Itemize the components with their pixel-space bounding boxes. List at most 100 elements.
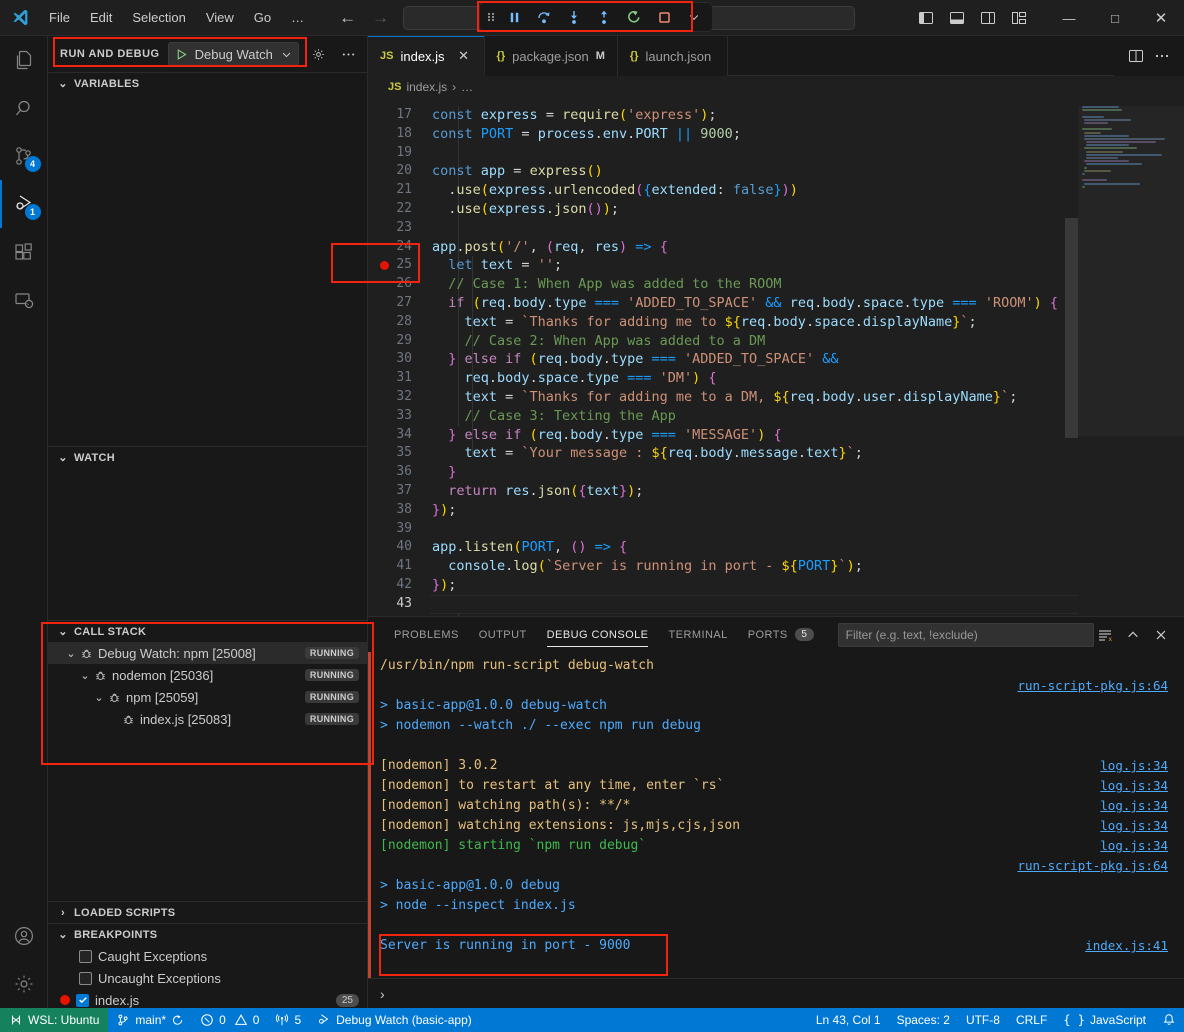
line-number[interactable]: 37 (368, 482, 430, 501)
breadcrumb-rest[interactable]: … (461, 80, 473, 94)
menu-file[interactable]: File (40, 6, 79, 29)
code-line[interactable]: req.body.space.type === 'DM') { (430, 369, 1078, 388)
code-line[interactable]: if (req.body.type === 'ADDED_TO_SPACE' &… (430, 294, 1078, 313)
code-line[interactable] (430, 144, 1078, 163)
call-stack-row[interactable]: ⌄ Debug Watch: npm [25008] RUNNING (48, 642, 367, 664)
line-number[interactable]: 21 (368, 181, 430, 200)
status-problems[interactable]: 0 0 (192, 1008, 267, 1032)
console-source-link[interactable]: log.js:34 (1100, 816, 1168, 836)
customize-layout-icon[interactable] (1006, 5, 1032, 31)
menu-more[interactable]: … (282, 6, 313, 29)
code-line[interactable]: const app = express() (430, 162, 1078, 181)
code-line[interactable]: let text = ''; (430, 256, 1078, 275)
line-number-gutter[interactable]: 1718192021222324252627282930313233343536… (368, 98, 430, 616)
toggle-primary-sidebar-icon[interactable] (913, 5, 939, 31)
line-number[interactable]: 43 (368, 595, 430, 614)
tab-debug-console[interactable]: DEBUG CONSOLE (537, 617, 659, 652)
sidebar-item-run-and-debug[interactable]: 1 (0, 180, 48, 228)
console-source-link[interactable]: run-script-pkg.js:64 (1017, 856, 1168, 876)
code-line[interactable]: const express = require('express'); (430, 106, 1078, 125)
breakpoint-row[interactable]: Uncaught Exceptions (48, 967, 367, 989)
code-line[interactable]: text = `Your message : ${req.body.messag… (430, 444, 1078, 463)
console-source-link[interactable]: log.js:34 (1100, 756, 1168, 776)
code-line[interactable]: // Case 3: Texting the App (430, 407, 1078, 426)
pause-button[interactable] (500, 5, 528, 29)
launch-configuration-selector[interactable]: Debug Watch (168, 42, 299, 66)
status-remote-host[interactable]: WSL: Ubuntu (0, 1008, 108, 1032)
menu-edit[interactable]: Edit (81, 6, 121, 29)
line-number[interactable]: 42 (368, 576, 430, 595)
status-encoding[interactable]: UTF-8 (958, 1008, 1008, 1032)
clear-console-button[interactable]: x (1094, 624, 1116, 646)
call-stack-row[interactable]: ⌄ nodemon [25036] RUNNING (48, 664, 367, 686)
code-line[interactable] (430, 219, 1078, 238)
chevron-down-icon[interactable]: ⌄ (64, 647, 78, 660)
minimize-button[interactable]: — (1046, 0, 1092, 36)
line-number[interactable]: 27 (368, 294, 430, 313)
tab-output[interactable]: OUTPUT (469, 617, 537, 652)
code-line[interactable]: }); (430, 576, 1078, 595)
breakpoint-checkbox[interactable] (79, 972, 92, 985)
console-source-link[interactable]: index.js:41 (1085, 936, 1168, 956)
line-number[interactable]: 17 (368, 106, 430, 125)
sidebar-item-source-control[interactable]: 4 (0, 132, 48, 180)
sidebar-item-remote-explorer[interactable]: >_ (0, 276, 48, 324)
accounts-icon[interactable] (0, 912, 48, 960)
line-number[interactable]: 23 (368, 219, 430, 238)
line-number[interactable]: 33 (368, 407, 430, 426)
chevron-down-icon[interactable] (281, 49, 292, 60)
tab-problems[interactable]: PROBLEMS (384, 617, 469, 652)
menu-bar[interactable]: File Edit Selection View Go … (40, 6, 313, 29)
back-arrow-icon[interactable]: ← (339, 9, 356, 26)
call-stack-row[interactable]: ⌄ npm [25059] RUNNING (48, 686, 367, 708)
line-number[interactable]: 32 (368, 388, 430, 407)
toggle-secondary-sidebar-icon[interactable] (975, 5, 1001, 31)
code-line[interactable]: const PORT = process.env.PORT || 9000; (430, 125, 1078, 144)
line-number[interactable]: 38 (368, 501, 430, 520)
status-language-mode[interactable]: { } JavaScript (1055, 1008, 1154, 1032)
line-number[interactable]: 31 (368, 369, 430, 388)
debug-settings-gear-icon[interactable] (307, 43, 329, 65)
breadcrumb[interactable]: JS index.js › … (368, 76, 1184, 98)
code-content[interactable]: const express = require('express');const… (430, 98, 1078, 616)
console-source-link[interactable]: log.js:34 (1100, 836, 1168, 856)
step-over-button[interactable] (530, 5, 558, 29)
line-number[interactable]: 41 (368, 557, 430, 576)
tab-ports[interactable]: PORTS 5 (738, 617, 824, 652)
line-number[interactable]: 28 (368, 313, 430, 332)
code-line[interactable]: .use(express.json()); (430, 200, 1078, 219)
breakpoints-section-header[interactable]: ⌄ BREAKPOINTS (48, 923, 367, 945)
menu-go[interactable]: Go (245, 6, 280, 29)
sidebar-item-explorer[interactable] (0, 36, 48, 84)
breakpoint-dot-icon[interactable] (380, 261, 389, 270)
code-line[interactable] (430, 520, 1078, 539)
more-debug-actions-button[interactable] (680, 5, 708, 29)
forward-arrow-icon[interactable]: → (372, 9, 389, 26)
debug-console-input[interactable]: › (368, 978, 1184, 1008)
sidebar-item-search[interactable] (0, 84, 48, 132)
line-number[interactable]: 19 (368, 144, 430, 163)
line-number[interactable]: 35 (368, 444, 430, 463)
breakpoint-checkbox[interactable] (76, 994, 89, 1007)
close-panel-button[interactable] (1150, 624, 1172, 646)
step-out-button[interactable] (590, 5, 618, 29)
code-line[interactable]: app.listen(PORT, () => { (430, 538, 1078, 557)
console-source-link[interactable]: run-script-pkg.js:64 (1017, 676, 1168, 696)
toggle-panel-icon[interactable] (944, 5, 970, 31)
drag-handle-icon[interactable] (484, 9, 498, 25)
breakpoint-row[interactable]: Caught Exceptions (48, 945, 367, 967)
chevron-down-icon[interactable]: ⌄ (78, 669, 92, 682)
watch-section-header[interactable]: ⌄ WATCH (48, 446, 367, 468)
code-line[interactable]: // Case 2: When App was added to a DM (430, 332, 1078, 351)
step-into-button[interactable] (560, 5, 588, 29)
code-line[interactable]: } else if (req.body.type === 'ADDED_TO_S… (430, 350, 1078, 369)
debug-console-output[interactable]: /usr/bin/npm run-script debug-watchrun-s… (368, 652, 1184, 978)
status-indentation[interactable]: Spaces: 2 (889, 1008, 958, 1032)
code-editor[interactable]: 1718192021222324252627282930313233343536… (368, 98, 1184, 616)
line-number[interactable]: 20 (368, 162, 430, 181)
chevron-down-icon[interactable]: ⌄ (92, 691, 106, 704)
status-notifications[interactable] (1154, 1008, 1184, 1032)
gear-icon[interactable] (0, 960, 48, 1008)
line-number[interactable]: 34 (368, 426, 430, 445)
split-editor-icon[interactable] (1128, 48, 1144, 64)
